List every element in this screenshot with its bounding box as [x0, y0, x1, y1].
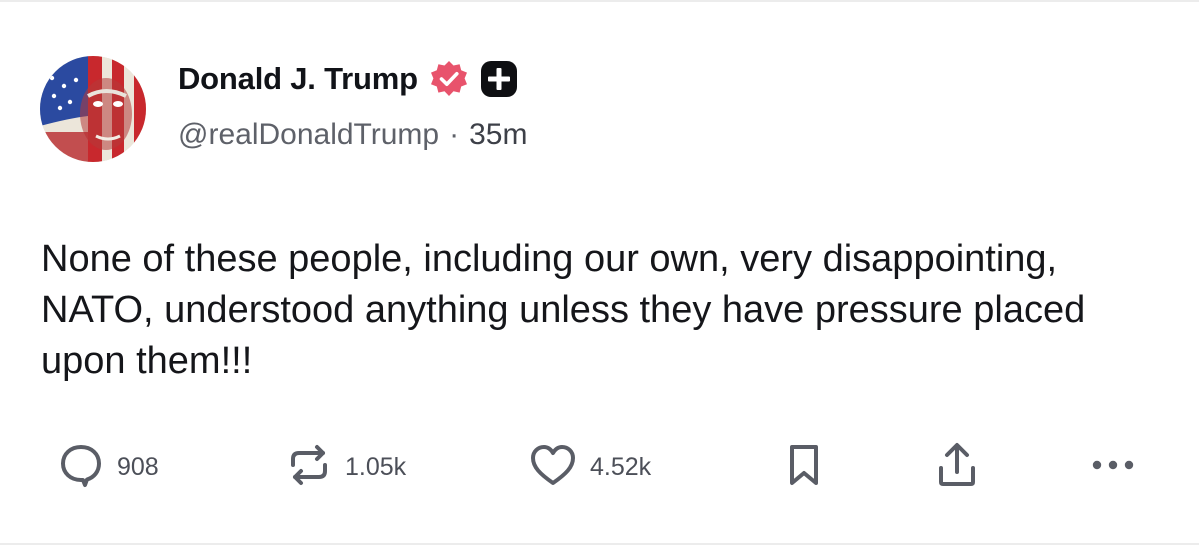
- more-options-button[interactable]: [1089, 442, 1137, 492]
- author-display-name[interactable]: Donald J. Trump: [178, 61, 418, 97]
- like-button[interactable]: 4.52k: [528, 442, 651, 492]
- repost-count: 1.05k: [345, 452, 407, 481]
- author-handle[interactable]: @realDonaldTrump: [178, 118, 439, 152]
- post-timestamp[interactable]: 35m: [469, 118, 527, 152]
- avatar-image: [40, 56, 146, 162]
- bookmark-button[interactable]: [784, 442, 824, 492]
- plus-badge-icon: [480, 60, 518, 98]
- repost-button[interactable]: 1.05k: [285, 442, 406, 492]
- reply-icon: [57, 441, 105, 494]
- reply-button[interactable]: 908: [57, 442, 159, 492]
- meta-separator: ·: [449, 118, 460, 151]
- author-meta-row: @realDonaldTrump · 35m: [178, 118, 527, 152]
- more-dots-icon: [1089, 455, 1137, 480]
- like-count: 4.52k: [590, 452, 652, 481]
- post-body-text: None of these people, including our own,…: [41, 238, 1086, 382]
- repost-icon: [285, 441, 333, 494]
- share-button[interactable]: [933, 442, 981, 492]
- heart-icon: [528, 441, 578, 494]
- reply-count: 908: [117, 452, 159, 481]
- share-icon: [933, 440, 981, 495]
- verified-check-icon: [430, 60, 468, 98]
- avatar[interactable]: [40, 56, 146, 162]
- author-name-row: Donald J. Trump: [178, 56, 518, 102]
- post-card: Donald J. Trump @realDonaldTrump · 35m N…: [0, 0, 1199, 545]
- bookmark-icon: [784, 441, 824, 494]
- post-action-bar: 908 1.05k 4.52k: [0, 442, 1199, 492]
